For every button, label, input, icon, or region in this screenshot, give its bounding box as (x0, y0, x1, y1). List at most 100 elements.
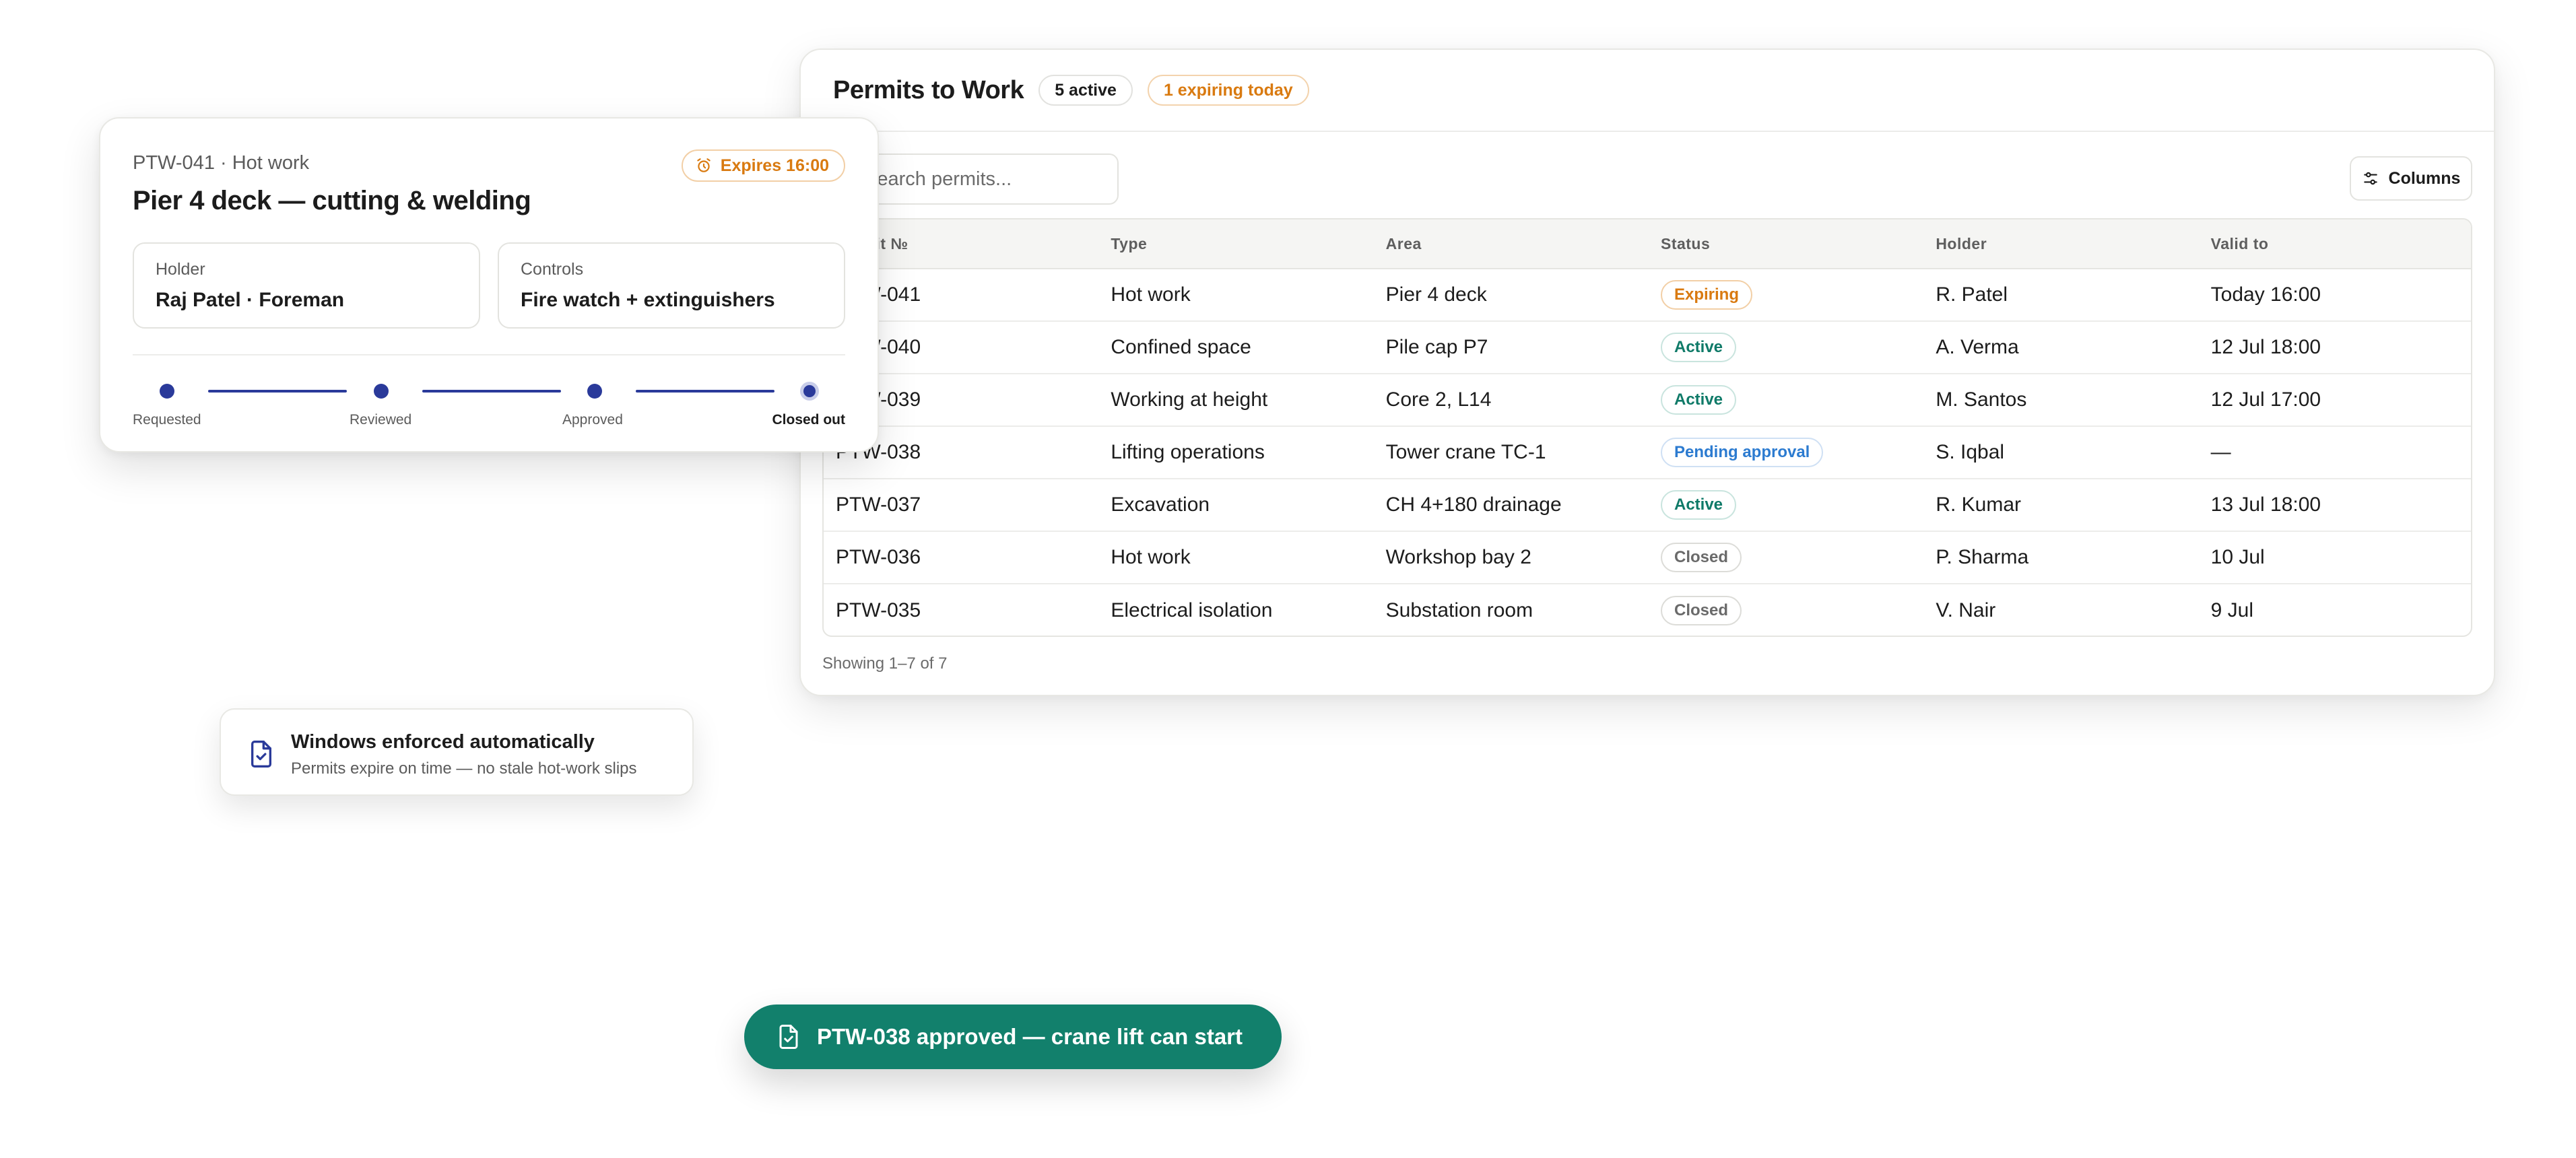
header-status[interactable]: Status (1649, 235, 1923, 253)
cell-type: Hot work (1111, 546, 1191, 568)
expires-label: Expires 16:00 (720, 156, 829, 175)
sliders-icon (2363, 172, 2377, 185)
cell-area: Pile cap P7 (1385, 336, 1488, 358)
header-area[interactable]: Area (1374, 235, 1649, 253)
permits-panel: Permits to Work 5 active 1 expiring toda… (799, 48, 2495, 696)
cell-area: Substation room (1385, 599, 1533, 621)
toast-message: PTW-038 approved — crane lift can start (817, 1024, 1243, 1049)
step-connector (208, 390, 347, 393)
holder-value: Raj Patel · Foreman (156, 289, 345, 311)
cell-status: Active (1649, 490, 1923, 520)
cell-status: Pending approval (1649, 438, 1923, 467)
permits-header: Permits to Work 5 active 1 expiring toda… (801, 50, 2494, 132)
success-toast[interactable]: PTW-038 approved — crane lift can start (744, 1004, 1282, 1069)
cell-permit-id: PTW-035 (836, 599, 921, 621)
cell-type: Electrical isolation (1111, 599, 1273, 621)
cell-valid-to: — (2210, 441, 2231, 463)
permit-detail-card: PTW-041 · Hot work Expires 16:00 Pier 4 … (99, 117, 879, 452)
active-count-badge: 5 active (1038, 75, 1133, 106)
holder-label: Holder (156, 260, 205, 279)
table-header: Permit № Type Area Status Holder Valid t… (824, 219, 2471, 269)
header-valid-to[interactable]: Valid to (2199, 235, 2471, 253)
note-subtitle: Permits expire on time — no stale hot-wo… (291, 759, 637, 778)
controls-value: Fire watch + extinguishers (521, 289, 775, 311)
cell-status: Active (1649, 385, 1923, 415)
expiring-count-badge: 1 expiring today (1147, 75, 1309, 106)
columns-button-label: Columns (2388, 168, 2461, 188)
cell-type: Excavation (1111, 493, 1210, 516)
step-label-requested: Requested (133, 412, 201, 428)
cell-area: Pier 4 deck (1385, 283, 1487, 306)
table-row[interactable]: PTW-039 Working at height Core 2, L14 Ac… (824, 374, 2471, 427)
step-dot-reviewed (374, 384, 389, 399)
step-dot-approved (587, 384, 602, 399)
cell-status: Active (1649, 333, 1923, 362)
cell-status: Closed (1649, 543, 1923, 572)
table-row[interactable]: PTW-037 Excavation CH 4+180 drainage Act… (824, 479, 2471, 532)
holder-box: Holder Raj Patel · Foreman (133, 242, 480, 329)
cell-valid-to: 9 Jul (2210, 599, 2254, 621)
file-check-icon (779, 1025, 798, 1049)
status-badge: Expiring (1660, 280, 1752, 310)
cell-valid-to: 12 Jul 18:00 (2210, 336, 2321, 358)
cell-type: Working at height (1111, 388, 1268, 411)
cell-holder: R. Patel (1936, 283, 2008, 306)
page-title: Permits to Work (833, 75, 1024, 104)
table-row[interactable]: PTW-036 Hot work Workshop bay 2 Closed P… (824, 532, 2471, 584)
cell-valid-to: Today 16:00 (2210, 283, 2321, 306)
cell-permit-id: PTW-037 (836, 493, 921, 516)
cell-type: Hot work (1111, 283, 1191, 306)
cell-type: Confined space (1111, 336, 1251, 358)
alarm-clock-icon (697, 158, 711, 172)
permit-title: Pier 4 deck — cutting & welding (133, 186, 531, 215)
file-check-icon (251, 740, 271, 768)
step-label-reviewed: Reviewed (350, 412, 412, 428)
cell-status: Closed (1649, 596, 1923, 625)
step-dot-requested (160, 384, 174, 399)
step-connector (636, 390, 774, 393)
cell-valid-to: 12 Jul 17:00 (2210, 388, 2321, 411)
table-row[interactable]: PTW-040 Confined space Pile cap P7 Activ… (824, 322, 2471, 374)
header-type[interactable]: Type (1098, 235, 1373, 253)
table-row[interactable]: PTW-035 Electrical isolation Substation … (824, 584, 2471, 636)
cell-valid-to: 13 Jul 18:00 (2210, 493, 2321, 516)
status-badge: Closed (1660, 596, 1742, 625)
permit-subtitle: PTW-041 · Hot work (133, 152, 310, 174)
cell-area: Tower crane TC-1 (1385, 441, 1546, 463)
cell-holder: M. Santos (1936, 388, 2027, 411)
cell-valid-to: 10 Jul (2210, 546, 2265, 568)
cell-holder: S. Iqbal (1936, 441, 2005, 463)
status-badge: Pending approval (1660, 438, 1824, 467)
cell-type: Lifting operations (1111, 441, 1265, 463)
step-connector (422, 390, 561, 393)
status-badge: Active (1660, 333, 1737, 362)
controls-box: Controls Fire watch + extinguishers (498, 242, 845, 329)
cell-holder: V. Nair (1936, 599, 1996, 621)
table-row[interactable]: PTW-038 Lifting operations Tower crane T… (824, 427, 2471, 479)
columns-button[interactable]: Columns (2350, 156, 2472, 201)
cell-status: Expiring (1649, 280, 1923, 310)
cell-area: Core 2, L14 (1385, 388, 1492, 411)
controls-label: Controls (521, 260, 584, 279)
step-dot-closed-out (800, 382, 819, 401)
status-badge: Active (1660, 385, 1737, 415)
step-label-closed-out: Closed out (772, 412, 846, 428)
cell-holder: A. Verma (1936, 336, 2019, 358)
note-title: Windows enforced automatically (291, 731, 595, 753)
table-row[interactable]: PTW-041 Hot work Pier 4 deck Expiring R.… (824, 269, 2471, 322)
permits-table: Permit № Type Area Status Holder Valid t… (822, 218, 2472, 637)
approval-stepper: Requested Reviewed Approved Closed out (133, 380, 845, 434)
step-label-approved: Approved (562, 412, 623, 428)
info-note-card: Windows enforced automatically Permits e… (220, 708, 694, 796)
cell-holder: R. Kumar (1936, 493, 2022, 516)
cell-area: Workshop bay 2 (1385, 546, 1531, 568)
status-badge: Active (1660, 490, 1737, 520)
cell-permit-id: PTW-036 (836, 546, 921, 568)
expires-badge: Expires 16:00 (681, 149, 845, 182)
pagination-summary: Showing 1–7 of 7 (822, 654, 948, 673)
status-badge: Closed (1660, 543, 1742, 572)
header-holder[interactable]: Holder (1923, 235, 2198, 253)
cell-holder: P. Sharma (1936, 546, 2029, 568)
cell-area: CH 4+180 drainage (1385, 493, 1562, 516)
divider (133, 354, 845, 355)
